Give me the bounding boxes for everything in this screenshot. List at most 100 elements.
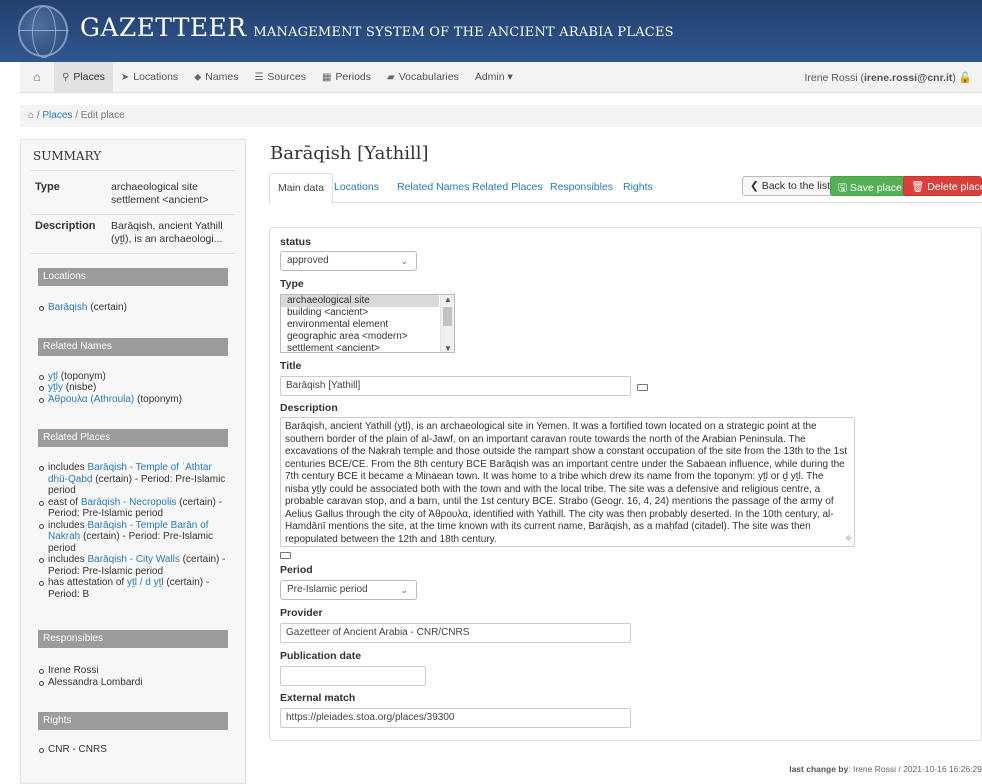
type-option[interactable]: environmental element [281, 319, 454, 331]
save-place-button[interactable]: 🖫 Save place [830, 176, 910, 196]
divider [31, 214, 235, 215]
unlock-icon[interactable]: 🔓 [959, 72, 972, 84]
status-select[interactable]: approved ⌄ [280, 251, 417, 271]
relation: includes [48, 519, 88, 531]
locations-list: Barāqish (certain) [39, 302, 227, 314]
location-link[interactable]: Barāqish [48, 302, 87, 313]
chevron-down-icon: ⌄ [400, 256, 408, 266]
summary-panel: SUMMARY Type archaeological site settleme… [20, 139, 246, 784]
type-option[interactable]: building <ancient> [281, 307, 454, 319]
provider-input[interactable]: Gazetteer of Ancient Arabia - CNR/CNRS [280, 623, 631, 643]
publication-date-label: Publication date [280, 650, 362, 662]
list-item: Alessandra Lombardi [39, 677, 227, 689]
chevron-down-icon: ⌄ [400, 585, 408, 595]
relation: east of [48, 496, 81, 508]
tab-locations[interactable]: Locations [326, 173, 387, 203]
relation: includes [48, 554, 88, 565]
last-change-label: last change by [789, 764, 849, 774]
scroll-up-icon[interactable]: ▲ [444, 295, 452, 304]
tag-icon: ⬥ [194, 71, 202, 83]
app-subtitle: MANAGEMENT SYSTEM OF THE ANCIENT ARABIA … [253, 25, 674, 40]
relation: has attestation of [48, 577, 127, 588]
scroll-thumb[interactable] [443, 307, 452, 326]
provider-label: Provider [280, 607, 323, 619]
name-link[interactable]: Ἀθρουλα (Athroula) [48, 394, 134, 405]
status-label: status [280, 236, 311, 248]
last-change-footer: last change by: Irene Rossi / 2021-10-16… [789, 764, 982, 774]
tab-main-data[interactable]: Main data [269, 173, 334, 204]
tab-responsibles[interactable]: Responsibles [542, 173, 621, 203]
type-option[interactable]: geographic area <modern> [281, 331, 454, 343]
name-link[interactable]: yṯl [48, 371, 58, 382]
tab-related-places[interactable]: Related Places [464, 173, 551, 203]
type-option[interactable]: settlement <ancient> [281, 343, 454, 352]
rights-section-header: Rights [38, 712, 228, 730]
type-multiselect[interactable]: archaeological site building <ancient> e… [280, 294, 455, 353]
place-link[interactable]: yṯl / d yṯl [127, 577, 164, 588]
period-selected-value: Pre-Islamic period [287, 584, 368, 595]
title-label: Title [280, 360, 302, 372]
nav-vocabularies[interactable]: ▰ Vocabularies [379, 62, 467, 93]
name-type: (nisbe) [63, 382, 97, 393]
publication-date-input[interactable] [280, 666, 426, 686]
list-item: includes Barāqish - Temple Barān of Nakr… [39, 520, 227, 555]
breadcrumb-sep: / [75, 110, 78, 121]
nav-names[interactable]: ⬥ Names [186, 62, 246, 93]
external-match-input[interactable]: https://pleiades.stoa.org/places/39300 [280, 708, 631, 728]
type-option[interactable]: archaeological site [281, 295, 439, 307]
period-label: Period [280, 564, 313, 576]
title-input[interactable]: Barāqish [Yathill] [280, 376, 631, 396]
delete-place-button[interactable]: 🗑 Delete place [903, 176, 982, 196]
nav-sources-label: Sources [267, 71, 306, 83]
nav-names-label: Names [205, 71, 239, 83]
keyboard-icon[interactable] [280, 552, 291, 559]
home-nav-link[interactable]: ⌂ [20, 62, 54, 93]
name-type: (toponym) [58, 370, 106, 382]
related-names-section-header: Related Names [38, 337, 228, 356]
period-select[interactable]: Pre-Islamic period ⌄ [280, 580, 417, 600]
relation: includes [48, 462, 88, 473]
nav-admin-label: Admin ▾ [474, 71, 513, 83]
list-item: east of Barāqish - Necropolis (certain) … [39, 497, 227, 520]
location-certainty: (certain) [87, 302, 127, 313]
nav-places[interactable]: ⚲ Places [54, 61, 113, 93]
list-icon: ☰ [254, 71, 264, 83]
user-info[interactable]: Irene Rossi (irene.rossi@cnr.it) 🔓 [804, 71, 982, 84]
keyboard-icon[interactable] [637, 384, 648, 391]
list-item: has attestation of yṯl / d yṯl (certain)… [39, 577, 227, 600]
description-textarea[interactable]: Barāqish, ancient Yathill (yṯl), is an a… [280, 417, 855, 547]
app-brand: GAZETTEER MANAGEMENT SYSTEM OF THE ANCIEN… [80, 13, 674, 42]
place-link[interactable]: Barāqish - Necropolis [81, 497, 177, 508]
place-link[interactable]: Barāqish - City Walls [87, 554, 179, 565]
scroll-down-icon[interactable]: ▼ [444, 344, 452, 352]
tab-rights[interactable]: Rights [615, 173, 661, 203]
breadcrumb: ⌂ / Places / Edit place [20, 105, 982, 127]
description-label: Description [280, 402, 338, 414]
resize-handle-icon[interactable]: ≡ [842, 531, 854, 544]
list-item: yṯly (nisbe) [39, 382, 227, 394]
summary-title: SUMMARY [33, 149, 102, 163]
related-names-list: yṯl (toponym) yṯly (nisbe) Ἀθρουλα (Athr… [39, 371, 227, 406]
breadcrumb-places[interactable]: Places [42, 110, 72, 121]
list-item: yṯl (toponym) [39, 371, 227, 383]
map-marker-icon: ⚲ [62, 71, 70, 83]
related-places-section-header: Related Places [38, 429, 228, 447]
home-crumb-icon[interactable]: ⌂ [28, 110, 34, 121]
nav-periods[interactable]: ▦ Periods [314, 62, 379, 93]
summary-description: Description Barāqish, ancient Yathill (yṯ… [35, 220, 231, 246]
breadcrumb-current: Edit place [80, 110, 125, 121]
type-list-scrollbar[interactable]: ▲ ▼ [440, 295, 454, 352]
summary-type: Type archaeological site settlement <anci… [35, 181, 231, 207]
external-match-label: External match [280, 692, 356, 704]
rights-list: CNR - CNRS [39, 744, 227, 756]
nav-sources[interactable]: ☰ Sources [246, 62, 314, 93]
nav-locations-label: Locations [133, 71, 179, 83]
type-label: Type [280, 278, 304, 290]
name-link[interactable]: yṯly [48, 382, 63, 393]
page-title: Barāqish [Yathill] [270, 143, 429, 164]
last-change-value: : Irene Rossi / 2021-10-16 16:26:29 [848, 764, 982, 774]
back-to-list-button[interactable]: ❮ Back to the list [742, 176, 838, 196]
nav-locations[interactable]: ➤ Locations [113, 62, 186, 93]
nav-admin-dropdown[interactable]: Admin ▾ [467, 62, 521, 93]
home-icon: ⌂ [33, 70, 41, 84]
